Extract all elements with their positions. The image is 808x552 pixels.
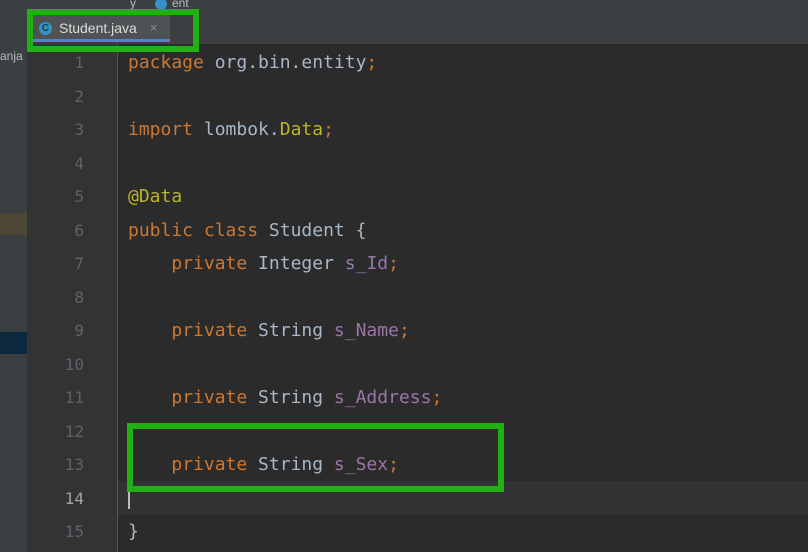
line-number: 12: [64, 422, 84, 441]
line-number-current: 14: [64, 489, 84, 508]
breadcrumb-item[interactable]: ent: [172, 0, 189, 9]
code-line-7[interactable]: private Integer s_Id;: [128, 253, 399, 274]
line-number: 6: [74, 221, 84, 240]
code-line-6[interactable]: public class Student {: [128, 220, 366, 241]
import-path: lombok.: [193, 119, 280, 140]
keyword: private: [171, 320, 248, 341]
field-name: s_Address: [333, 387, 432, 408]
keyword: private: [171, 387, 248, 408]
code-line-5[interactable]: @Data: [128, 186, 182, 207]
keyword: import: [128, 119, 194, 140]
line-number: 10: [64, 355, 84, 374]
text-cursor: [128, 489, 130, 509]
code-line-15[interactable]: }: [128, 521, 139, 542]
line-number: 11: [64, 388, 84, 407]
semicolon: ;: [431, 387, 443, 408]
project-tree-item[interactable]: anja: [0, 49, 23, 63]
type-name: String: [247, 387, 334, 408]
line-number: 7: [74, 254, 84, 273]
project-panel: — anja: [0, 44, 27, 552]
semicolon: ;: [398, 320, 410, 341]
project-tree-row-highlight[interactable]: [0, 213, 27, 235]
line-number: 2: [74, 87, 84, 106]
keyword: package: [128, 52, 204, 73]
type-name: Integer: [247, 253, 345, 274]
line-number: 15: [64, 522, 84, 541]
line-number: 3: [74, 120, 84, 139]
line-number: 8: [74, 288, 84, 307]
highlight-box-line-13: [127, 423, 504, 492]
semicolon: ;: [366, 52, 378, 73]
code-line-3[interactable]: import lombok.Data;: [128, 119, 334, 140]
type-name: String: [247, 320, 334, 341]
keyword: class: [193, 220, 259, 241]
code-line-11[interactable]: private String s_Address;: [128, 387, 442, 408]
code-line-9[interactable]: private String s_Name;: [128, 320, 410, 341]
code-line-1[interactable]: package org.bin.entity;: [128, 52, 377, 73]
project-tree-row-selected[interactable]: [0, 332, 27, 354]
package-name: org.bin.entity: [203, 52, 367, 73]
line-number: 13: [64, 455, 84, 474]
field-name: s_Name: [333, 320, 399, 341]
class-name: Student: [258, 220, 356, 241]
keyword: public: [128, 220, 194, 241]
import-class: Data: [279, 119, 324, 140]
annotation: @Data: [128, 186, 183, 207]
highlight-box-tab: [27, 9, 199, 52]
semicolon: ;: [388, 253, 399, 274]
breadcrumb-item[interactable]: y: [130, 0, 136, 9]
line-number: 4: [74, 154, 84, 173]
line-number: 5: [74, 187, 84, 206]
line-number-gutter: 1 2 3 4 5 6 7 8 9 10 11 12 13 14 15: [27, 44, 118, 552]
brace: {: [355, 220, 367, 241]
field-name: s_Id: [344, 253, 389, 274]
keyword: private: [171, 253, 248, 274]
line-number: 9: [74, 321, 84, 340]
semicolon: ;: [323, 119, 334, 140]
brace: }: [128, 521, 139, 542]
line-number: 1: [74, 53, 84, 72]
